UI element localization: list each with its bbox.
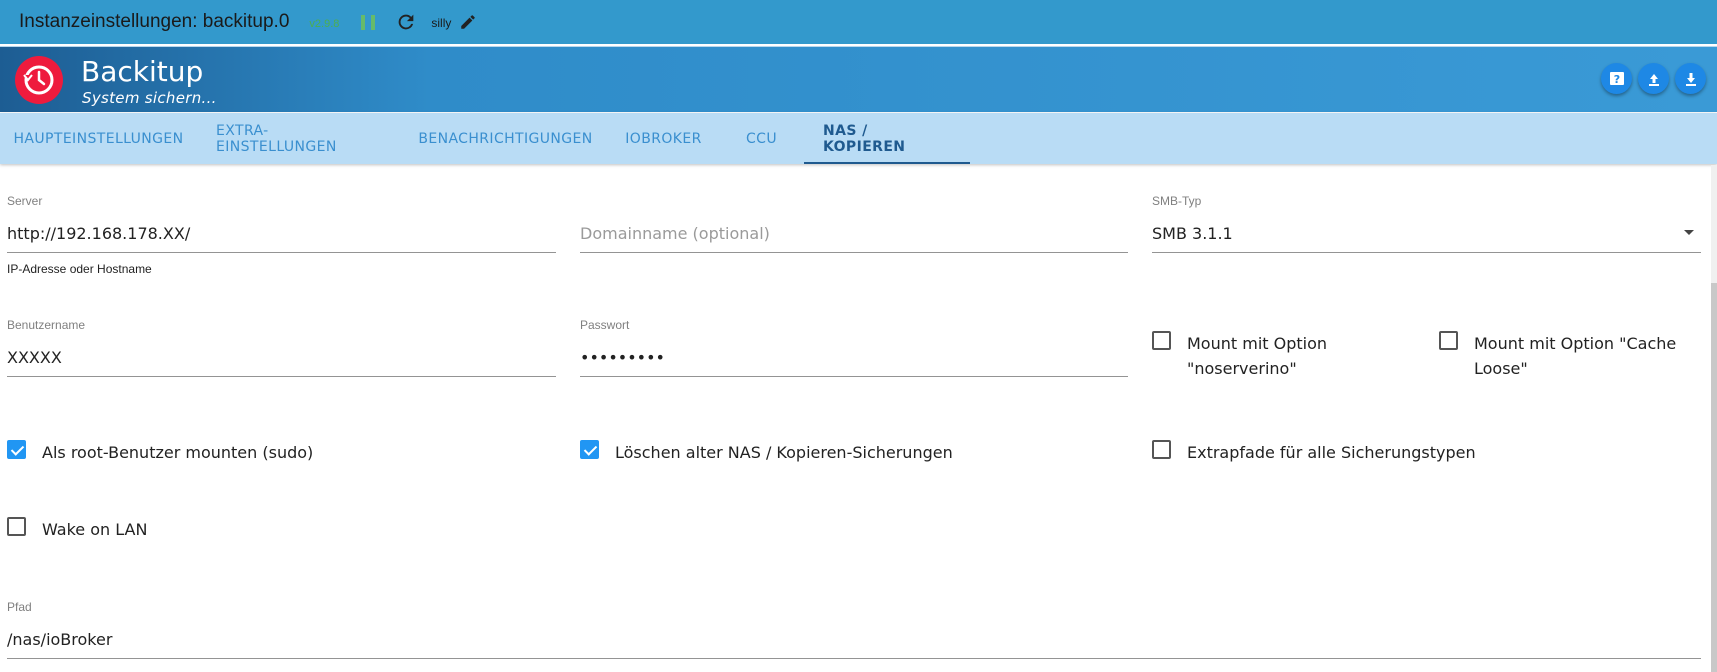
server-field[interactable]: Server http://192.168.178.XX/ IP-Adresse… — [7, 194, 556, 276]
password-input[interactable]: ••••••••• — [580, 348, 1128, 377]
app-name: Backitup — [81, 55, 204, 88]
cache-loose-checkbox-box[interactable] — [1439, 331, 1458, 350]
download-icon — [1685, 72, 1696, 86]
extra-paths-checkbox[interactable]: Extrapfade für alle Sicherungstypen — [1152, 440, 1692, 465]
server-label: Server — [7, 194, 43, 208]
noserverino-checkbox-box[interactable] — [1152, 331, 1171, 350]
tab-extra-einstellungen[interactable]: Extra-Einstellungen — [197, 113, 403, 164]
tab-benachrichtigungen[interactable]: Benachrichtigungen — [403, 113, 608, 164]
tab-nas-kopieren[interactable]: NAS / Kopieren — [804, 113, 970, 164]
noserverino-checkbox[interactable]: Mount mit Option "noserverino" — [1152, 331, 1402, 381]
reload-icon[interactable] — [395, 11, 417, 33]
path-label: Pfad — [7, 600, 32, 614]
help-icon: ? — [1609, 71, 1624, 86]
sudo-label: Als root-Benutzer mounten (sudo) — [42, 443, 314, 462]
extra-paths-label: Extrapfade für alle Sicherungstypen — [1187, 443, 1476, 462]
domain-placeholder: Domainname (optional) — [580, 224, 770, 243]
noserverino-label: Mount mit Option "noserverino" — [1187, 334, 1328, 378]
cache-loose-label: Mount mit Option "Cache Loose" — [1474, 334, 1677, 378]
log-level-label: silly — [431, 16, 452, 30]
settings-tabs: Haupteinstellungen Extra-Einstellungen B… — [0, 113, 1717, 164]
tab-ccu[interactable]: CCU — [719, 113, 804, 164]
app-subtitle: System sichern... — [82, 89, 217, 107]
server-input[interactable]: http://192.168.178.XX/ — [7, 224, 556, 253]
instance-settings-title: Instanzeinstellungen: backitup.0 — [19, 11, 290, 32]
svg-text:?: ? — [1613, 73, 1619, 86]
cache-loose-checkbox[interactable]: Mount mit Option "Cache Loose" — [1439, 331, 1701, 381]
page-scrollbar[interactable] — [1711, 165, 1717, 672]
delete-old-checkbox[interactable]: Löschen alter NAS / Kopieren-Sicherungen — [580, 440, 1120, 465]
upload-button[interactable] — [1638, 63, 1669, 94]
adapter-header: Backitup System sichern... ? — [0, 46, 1717, 112]
chevron-down-icon[interactable] — [1684, 230, 1694, 235]
backitup-logo — [15, 56, 63, 104]
domain-input[interactable]: Domainname (optional) — [580, 210, 1128, 253]
wake-on-lan-checkbox[interactable]: Wake on LAN — [7, 517, 307, 542]
path-field[interactable]: Pfad /nas/ioBroker — [7, 600, 1701, 659]
password-field[interactable]: Passwort ••••••••• — [580, 318, 1128, 377]
server-help-text: IP-Adresse oder Hostname — [7, 262, 152, 276]
smb-type-select[interactable]: SMB-Typ SMB 3.1.1 — [1152, 194, 1701, 253]
sudo-checkbox-box[interactable] — [7, 440, 26, 459]
domain-field[interactable]: Domainname (optional) — [580, 194, 1128, 253]
wake-on-lan-label: Wake on LAN — [42, 520, 148, 539]
extra-paths-checkbox-box[interactable] — [1152, 440, 1171, 459]
delete-old-label: Löschen alter NAS / Kopieren-Sicherungen — [615, 443, 953, 462]
smb-type-value[interactable]: SMB 3.1.1 — [1152, 224, 1701, 253]
password-label: Passwort — [580, 318, 630, 332]
path-input[interactable]: /nas/ioBroker — [7, 630, 1701, 659]
username-label: Benutzername — [7, 318, 86, 332]
edit-icon[interactable] — [459, 13, 477, 31]
version-label: v2.9.8 — [309, 18, 340, 30]
wake-on-lan-checkbox-box[interactable] — [7, 517, 26, 536]
tab-haupteinstellungen[interactable]: Haupteinstellungen — [0, 113, 197, 164]
download-button[interactable] — [1675, 63, 1706, 94]
tab-iobroker[interactable]: ioBroker — [608, 113, 719, 164]
sudo-checkbox[interactable]: Als root-Benutzer mounten (sudo) — [7, 440, 547, 465]
smb-type-label: SMB-Typ — [1152, 194, 1202, 208]
upload-icon — [1648, 73, 1659, 86]
pause-icon[interactable] — [361, 14, 376, 30]
top-bar: Instanzeinstellungen: backitup.0 v2.9.8 … — [0, 0, 1717, 44]
username-input[interactable]: XXXXX — [7, 348, 556, 377]
help-button[interactable]: ? — [1601, 63, 1632, 94]
username-field[interactable]: Benutzername XXXXX — [7, 318, 556, 377]
delete-old-checkbox-box[interactable] — [580, 440, 599, 459]
scrollbar-thumb[interactable] — [1711, 283, 1717, 672]
